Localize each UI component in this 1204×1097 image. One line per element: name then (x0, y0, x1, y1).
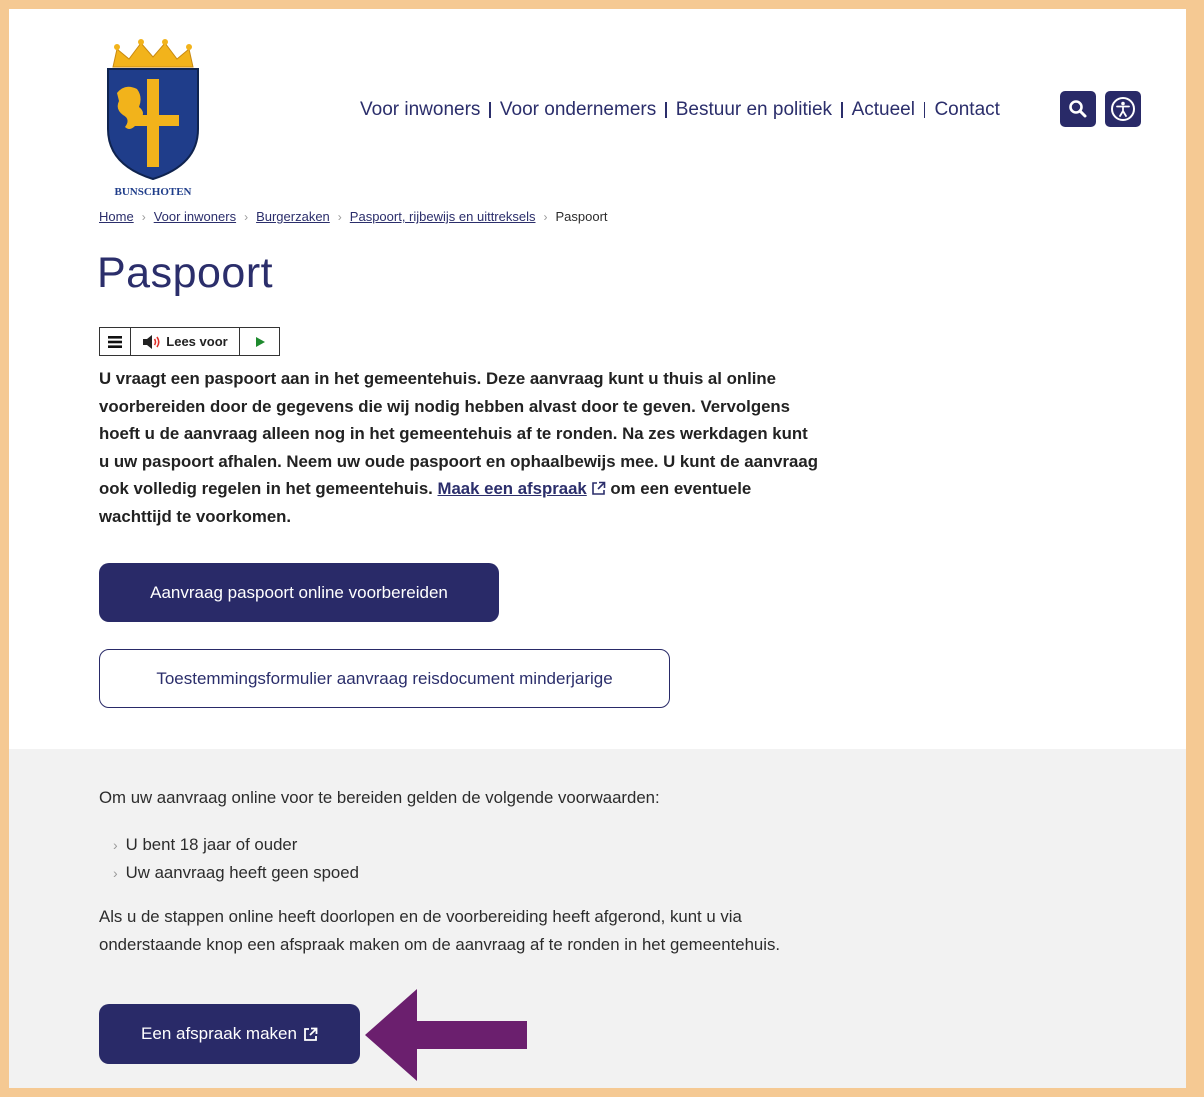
play-button[interactable] (240, 328, 279, 355)
read-aloud-button[interactable]: Lees voor (131, 328, 240, 355)
nav-separator (665, 102, 667, 118)
bunschoten-logo[interactable]: BUNSCHOTEN (103, 37, 203, 197)
nav-actueel[interactable]: Actueel (852, 99, 915, 121)
breadcrumb: Home › Voor inwoners › Burgerzaken › Pas… (99, 209, 608, 224)
read-aloud-label: Lees voor (166, 334, 228, 349)
accessibility-icon (1111, 97, 1135, 121)
breadcrumb-burgerzaken[interactable]: Burgerzaken (256, 209, 330, 224)
nav-separator (841, 102, 843, 118)
chevron-right-icon: › (337, 209, 342, 224)
chevron-right-icon: › (543, 209, 548, 224)
condition-label: U bent 18 jaar of ouder (125, 835, 298, 854)
prepare-passport-online-button[interactable]: Aanvraag paspoort online voorbereiden (99, 563, 499, 622)
search-button[interactable] (1060, 91, 1096, 127)
chevron-right-icon: › (244, 209, 249, 224)
read-aloud-bar: Lees voor (99, 327, 280, 356)
condition-label: Uw aanvraag heeft geen spoed (125, 863, 359, 882)
chevron-right-icon: › (141, 209, 146, 224)
nav-bestuur-en-politiek[interactable]: Bestuur en politiek (676, 99, 832, 121)
appointment-link-label: Maak een afspraak (437, 479, 587, 498)
logo-text: BUNSCHOTEN (114, 186, 191, 197)
external-link-icon (304, 1027, 318, 1041)
breadcrumb-home[interactable]: Home (99, 209, 134, 224)
chevron-right-icon: › (113, 865, 118, 881)
intro-paragraph: U vraagt een paspoort aan in het gemeent… (99, 365, 819, 530)
make-appointment-button[interactable]: Een afspraak maken (99, 1004, 360, 1064)
nav-voor-inwoners[interactable]: Voor inwoners (360, 99, 480, 121)
nav-voor-ondernemers[interactable]: Voor ondernemers (500, 99, 656, 121)
page-frame: BUNSCHOTEN Voor inwoners Voor ondernemer… (9, 9, 1186, 1088)
breadcrumb-voor-inwoners[interactable]: Voor inwoners (154, 209, 236, 224)
read-aloud-menu-button[interactable] (100, 328, 131, 355)
accessibility-button[interactable] (1105, 91, 1141, 127)
play-icon (255, 336, 265, 347)
nav-separator (923, 102, 926, 118)
search-icon (1069, 100, 1087, 118)
nav-contact[interactable]: Contact (934, 99, 999, 121)
speaker-icon (143, 334, 160, 349)
conditions-list: › U bent 18 jaar of ouder › Uw aanvraag … (113, 831, 359, 887)
main-nav: Voor inwoners Voor ondernemers Bestuur e… (360, 95, 1000, 125)
make-appointment-label: Een afspraak maken (141, 1024, 297, 1043)
arrow-left-icon (365, 989, 527, 1081)
breadcrumb-paspoort-rijbewijs[interactable]: Paspoort, rijbewijs en uittreksels (350, 209, 536, 224)
appointment-instructions: Als u de stappen online heeft doorlopen … (99, 907, 781, 954)
appointment-link[interactable]: Maak een afspraak (438, 479, 587, 498)
chevron-right-icon: › (113, 837, 118, 853)
external-link-icon (591, 481, 606, 495)
consent-form-minor-button[interactable]: Toestemmingsformulier aanvraag reisdocum… (99, 649, 670, 708)
menu-icon (108, 335, 122, 348)
nav-separator (489, 102, 491, 118)
page-title: Paspoort (97, 249, 274, 297)
conditions-intro: Om uw aanvraag online voor te bereiden g… (99, 788, 660, 807)
breadcrumb-current: Paspoort (555, 209, 608, 224)
list-item: › U bent 18 jaar of ouder (113, 831, 359, 859)
list-item: › Uw aanvraag heeft geen spoed (113, 859, 359, 887)
